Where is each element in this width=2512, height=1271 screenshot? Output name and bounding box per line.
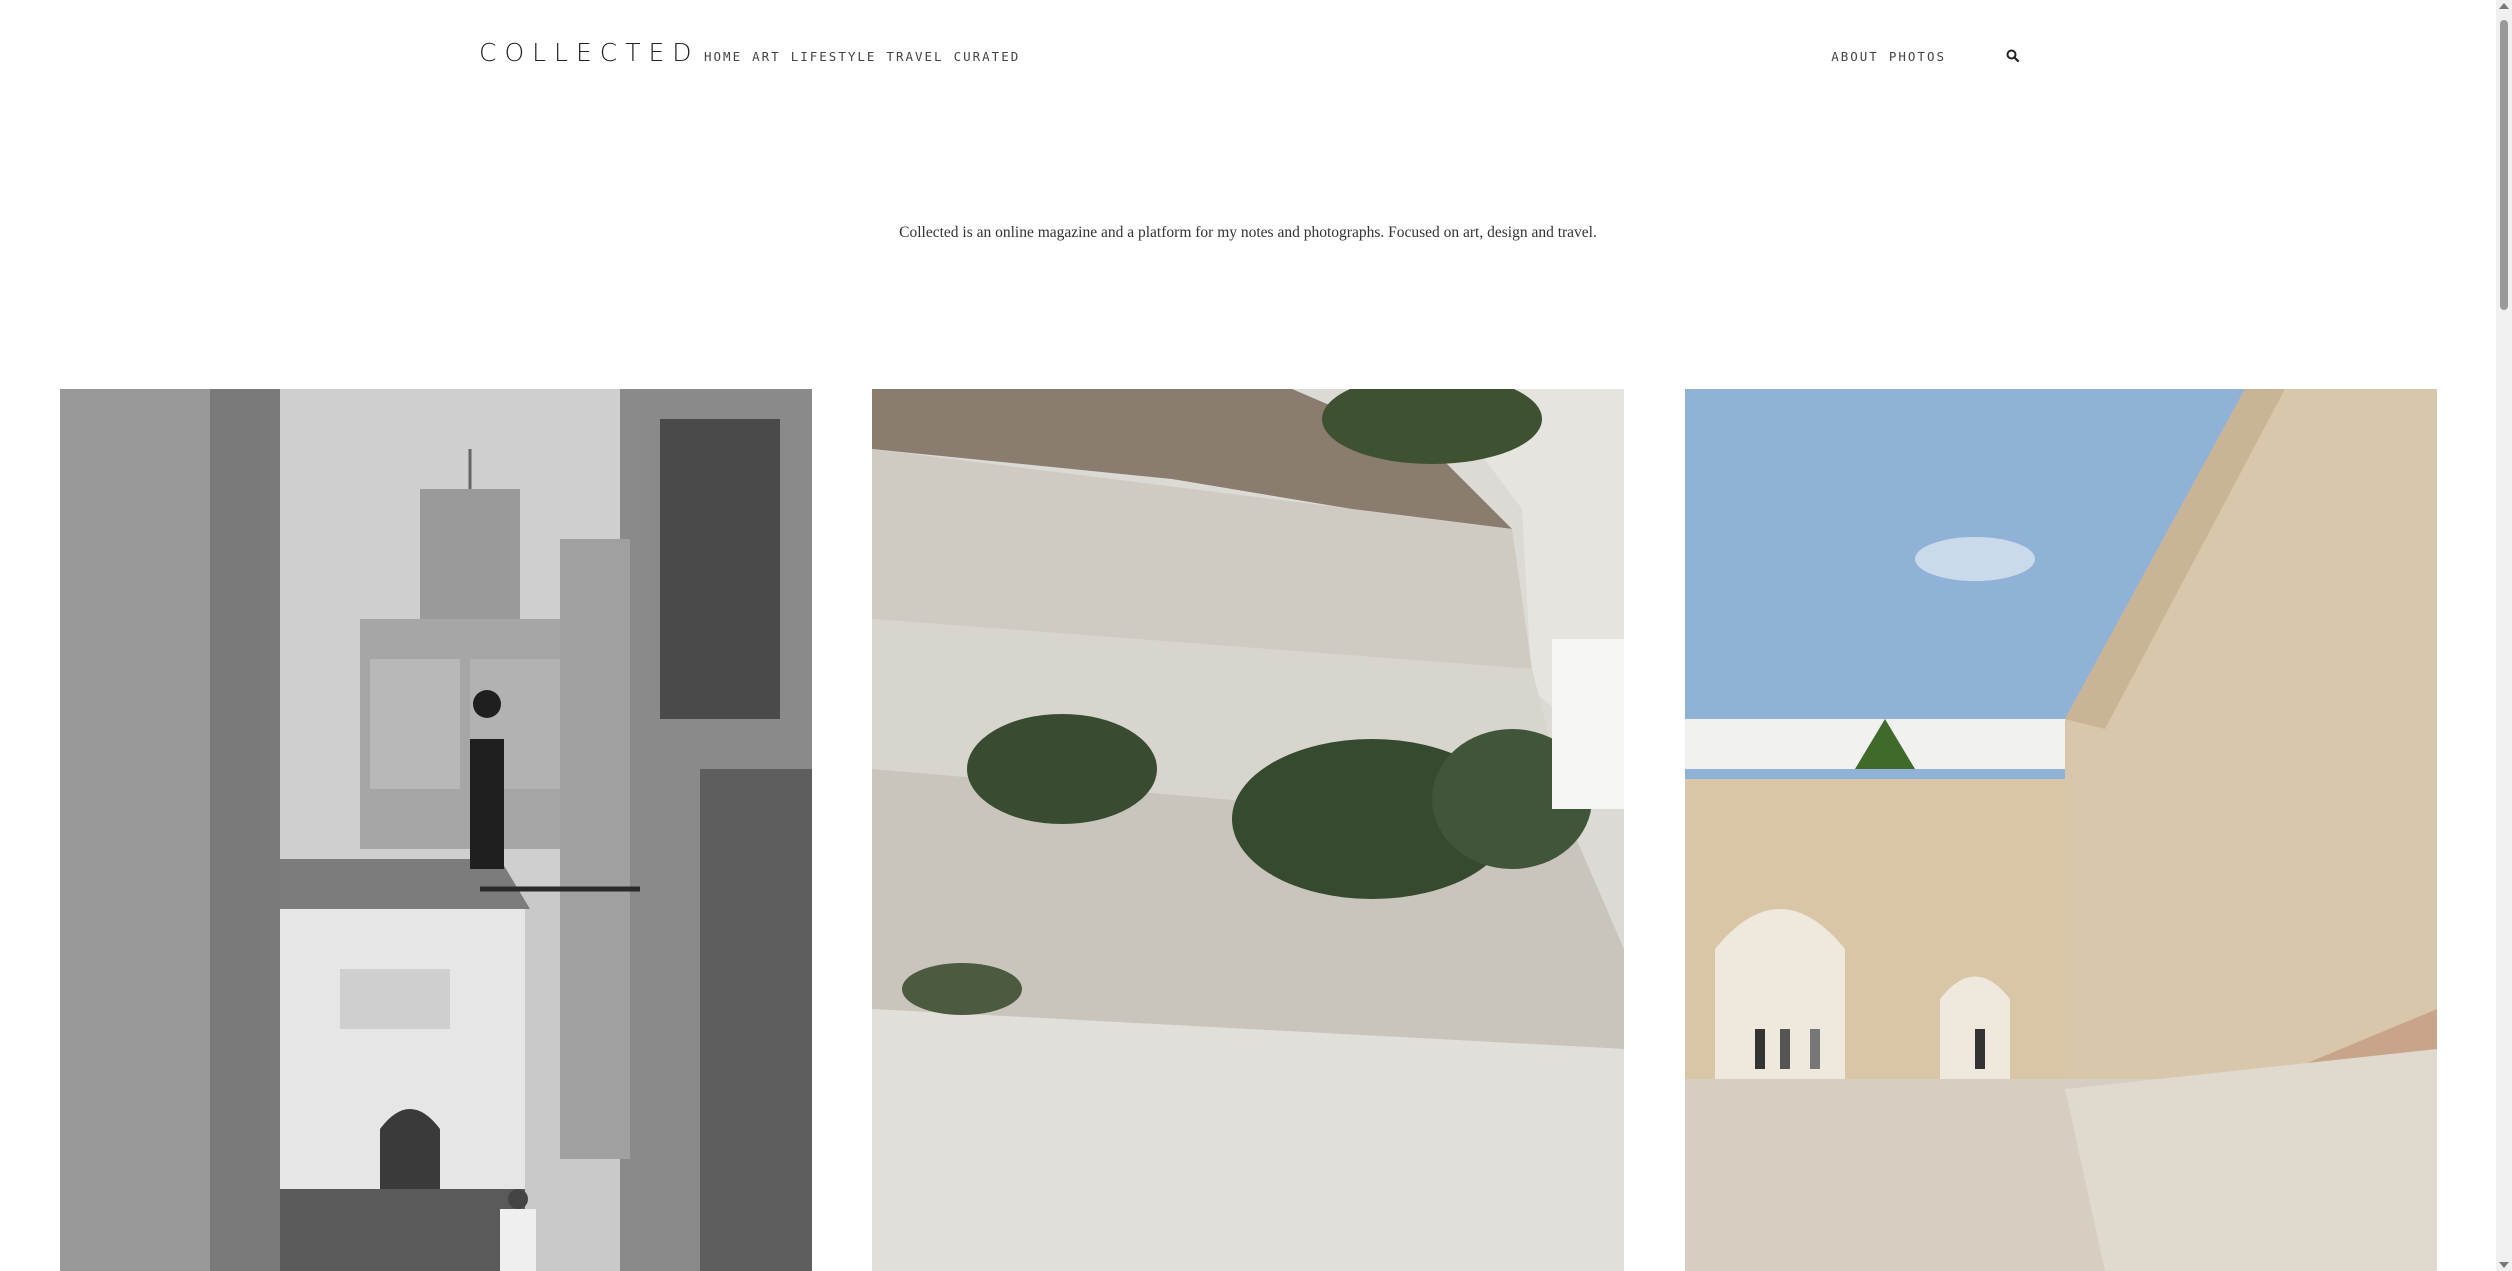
nav-curated[interactable]: CURATED — [954, 49, 1021, 64]
gallery-photo-wall[interactable] — [1685, 389, 2437, 1271]
nav-photos[interactable]: PHOTOS — [1889, 49, 1946, 64]
scroll-down-icon[interactable] — [2499, 1262, 2509, 1268]
scroll-thumb[interactable] — [2500, 20, 2508, 310]
site-header: COLLECTED HOME ART LIFESTYLE TRAVEL CURA… — [0, 0, 2496, 110]
gallery-photo-cliff[interactable] — [872, 389, 1624, 1271]
gallery-photo-alley[interactable] — [60, 389, 812, 1271]
secondary-nav: ABOUT PHOTOS — [1831, 49, 1946, 64]
site-logo[interactable]: COLLECTED — [479, 38, 700, 67]
nav-art[interactable]: ART — [752, 49, 781, 64]
nav-home[interactable]: HOME — [704, 49, 742, 64]
cliff-photo-image — [872, 389, 1624, 1271]
primary-nav: HOME ART LIFESTYLE TRAVEL CURATED — [704, 49, 1020, 64]
nav-travel[interactable]: TRAVEL — [886, 49, 943, 64]
search-icon[interactable] — [2005, 48, 2021, 64]
wall-photo-image — [1685, 389, 2437, 1271]
scroll-up-icon[interactable] — [2499, 3, 2509, 9]
nav-lifestyle[interactable]: LIFESTYLE — [791, 49, 877, 64]
alley-photo-image — [60, 389, 812, 1271]
page-scrollbar[interactable] — [2496, 0, 2512, 1271]
nav-about[interactable]: ABOUT — [1831, 49, 1879, 64]
photo-gallery — [0, 389, 2496, 1271]
site-tagline: Collected is an online magazine and a pl… — [899, 223, 1597, 241]
